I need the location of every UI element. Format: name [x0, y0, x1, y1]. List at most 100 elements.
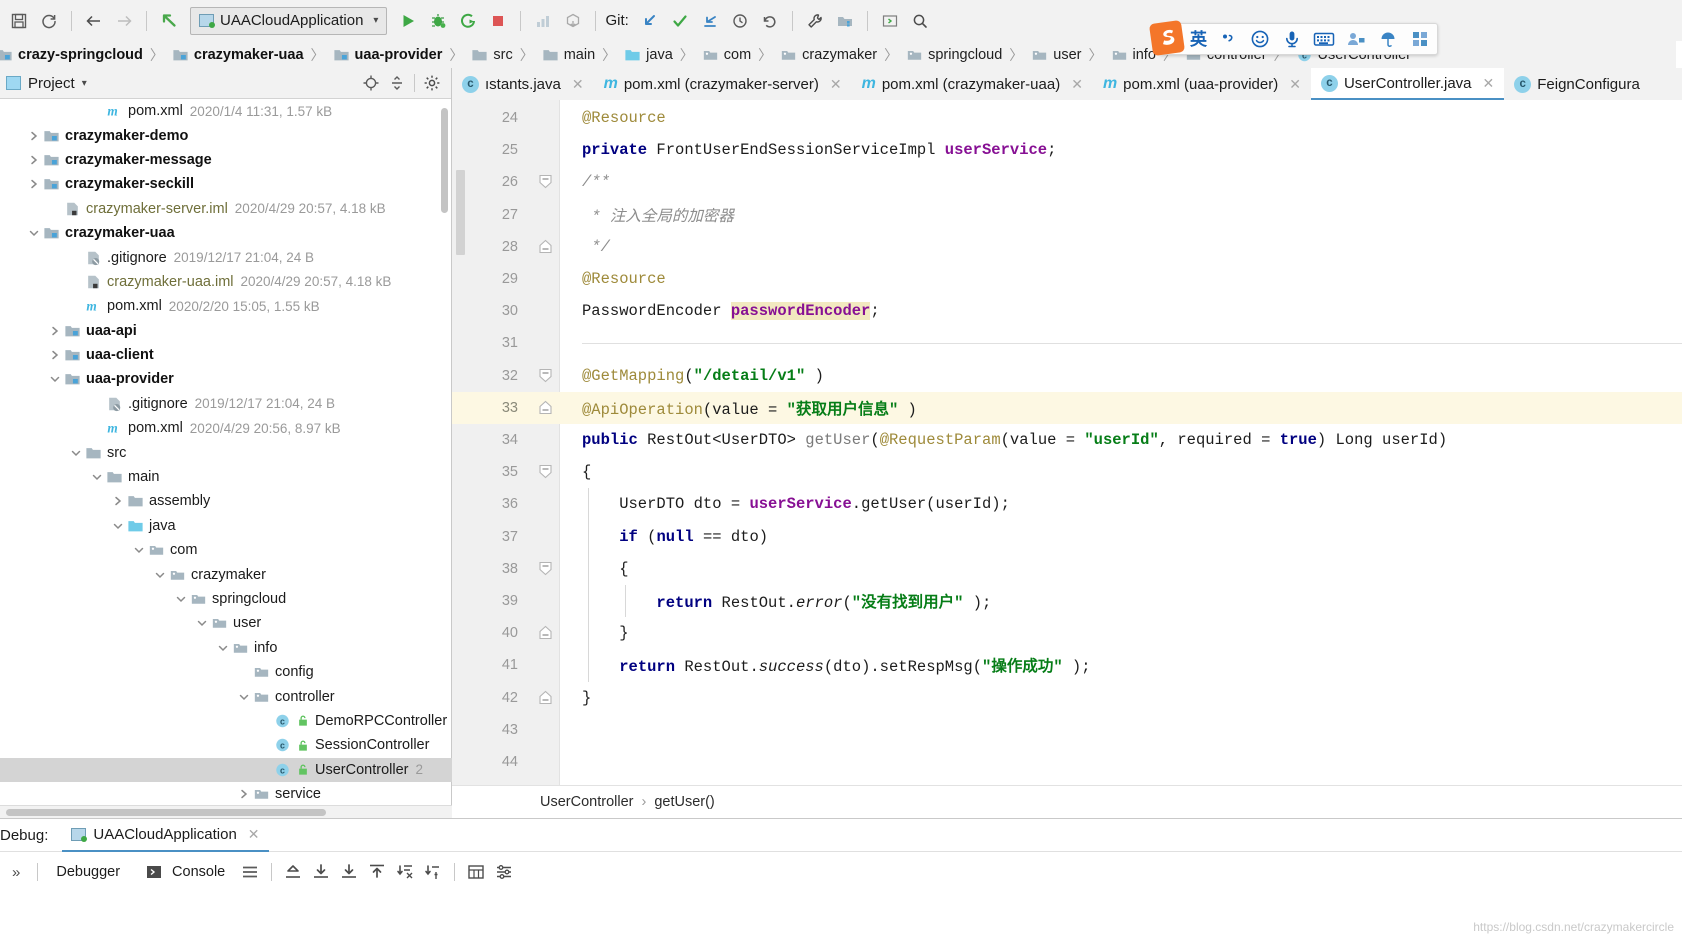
tree-item-assembly[interactable]: assembly	[0, 489, 452, 513]
code-line-24[interactable]: 24 @Resource	[452, 102, 1682, 134]
chevron-right-icon[interactable]	[27, 129, 41, 143]
run-coverage-icon[interactable]	[453, 6, 483, 36]
chevron-down-icon[interactable]	[237, 690, 251, 704]
fold-end-icon[interactable]	[538, 690, 553, 705]
breadcrumb-item-com[interactable]: com	[700, 41, 753, 68]
project-tree-scrollbar[interactable]	[441, 108, 448, 213]
save-all-icon[interactable]	[4, 6, 34, 36]
breadcrumb-item-src[interactable]: src	[469, 41, 514, 68]
code-line-38[interactable]: 38 {	[452, 553, 1682, 585]
evaluate-expression-icon[interactable]	[464, 860, 488, 884]
tree-item-java[interactable]: java	[0, 514, 452, 538]
ime-apps-icon[interactable]	[1409, 28, 1431, 50]
chevron-right-icon[interactable]	[27, 177, 41, 191]
back-arrow-icon[interactable]	[79, 6, 109, 36]
locate-target-icon[interactable]	[358, 71, 384, 95]
project-tree[interactable]: m pom.xml 2020/1/4 11:31, 1.57 kB crazymake…	[0, 99, 452, 818]
code-line-41[interactable]: 41 return RestOut.success(dto).setRespMs…	[452, 649, 1682, 681]
tree-item-src[interactable]: src	[0, 440, 452, 464]
git-rollback-icon[interactable]	[755, 6, 785, 36]
tree-item-uaa-api[interactable]: uaa-api	[0, 319, 452, 343]
code-line-26[interactable]: 26 /**	[452, 166, 1682, 198]
editor-breadcrumb-item[interactable]: UserController	[540, 794, 633, 810]
ime-keyboard-icon[interactable]	[1313, 28, 1335, 50]
tree-item-controller[interactable]: controller	[0, 684, 452, 708]
debug-icon[interactable]	[423, 6, 453, 36]
close-icon[interactable]: ✕	[572, 76, 584, 93]
chevron-down-icon[interactable]	[48, 372, 62, 386]
tree-item-crazymaker-uaa[interactable]: crazymaker-uaa	[0, 221, 452, 245]
jump-to-source-icon[interactable]	[154, 6, 184, 36]
tree-item-pom-xml[interactable]: m pom.xml 2020/4/29 20:56, 8.97 kB	[0, 416, 452, 440]
console-tab[interactable]: Console	[133, 859, 234, 885]
close-icon[interactable]: ✕	[830, 76, 842, 93]
tree-item-config[interactable]: config	[0, 660, 452, 684]
chevron-right-icon[interactable]	[237, 787, 251, 801]
code-line-27[interactable]: 27 * 注入全局的加密器	[452, 199, 1682, 231]
chevron-down-icon[interactable]	[216, 641, 230, 655]
tree-item-service[interactable]: service	[0, 782, 452, 806]
smart-step-into-icon[interactable]	[393, 860, 417, 884]
sync-refresh-icon[interactable]	[34, 6, 64, 36]
project-tree-hscrollbar[interactable]	[0, 805, 452, 818]
breadcrumb-item-user[interactable]: user	[1029, 41, 1083, 68]
git-update-project-icon[interactable]	[635, 6, 665, 36]
tree-item-pom-xml[interactable]: m pom.xml 2020/1/4 11:31, 1.57 kB	[0, 99, 452, 123]
chevron-down-icon[interactable]	[153, 568, 167, 582]
tree-item-user[interactable]: user	[0, 611, 452, 635]
tree-item-demorpccontroller[interactable]: c DemoRPCController	[0, 709, 452, 733]
code-line-42[interactable]: 42}	[452, 682, 1682, 714]
chevron-right-icon[interactable]	[111, 494, 125, 508]
code-line-35[interactable]: 35 {	[452, 456, 1682, 488]
code-editor[interactable]: 24 @Resource 25 private FrontUserEndSession…	[452, 100, 1682, 786]
tree-item-info[interactable]: info	[0, 636, 452, 660]
ime-umbrella-icon[interactable]	[1377, 28, 1399, 50]
tree-item-pom-xml[interactable]: m pom.xml 2020/2/20 15:05, 1.55 kB	[0, 294, 452, 318]
settings-wrench-icon[interactable]	[800, 6, 830, 36]
chevron-right-icon[interactable]	[48, 324, 62, 338]
settings-lines-icon[interactable]	[492, 860, 516, 884]
ime-mode-english-icon[interactable]: 英	[1190, 31, 1207, 48]
fold-start-icon[interactable]	[538, 174, 553, 189]
ime-voice-icon[interactable]	[1281, 28, 1303, 50]
close-icon[interactable]: ✕	[1289, 76, 1301, 93]
code-line-29[interactable]: 29 @Resource	[452, 263, 1682, 295]
tree-item-com[interactable]: com	[0, 538, 452, 562]
collapse-all-icon[interactable]	[384, 71, 410, 95]
tree-item-crazymaker-demo[interactable]: crazymaker-demo	[0, 123, 452, 147]
breadcrumb-item-springcloud[interactable]: springcloud	[904, 41, 1004, 68]
run-icon[interactable]	[393, 6, 423, 36]
breadcrumb-item-java[interactable]: java	[622, 41, 675, 68]
stop-icon[interactable]	[483, 6, 513, 36]
debugger-tab[interactable]: Debugger	[47, 859, 129, 885]
git-commit-icon[interactable]	[665, 6, 695, 36]
tree-item-crazymaker-seckill[interactable]: crazymaker-seckill	[0, 172, 452, 196]
tree-item-sessioncontroller[interactable]: c SessionController	[0, 733, 452, 757]
chevron-down-icon[interactable]	[132, 543, 146, 557]
tree-item--gitignore[interactable]: .gitignore 2019/12/17 21:04, 24 B	[0, 392, 452, 416]
close-icon[interactable]: ✕	[248, 826, 260, 843]
code-line-43[interactable]: 43	[452, 714, 1682, 746]
fold-start-icon[interactable]	[538, 464, 553, 479]
editor-breadcrumb-item[interactable]: getUser()	[654, 794, 714, 810]
ime-punctuation-icon[interactable]	[1217, 28, 1239, 50]
breadcrumb-item-crazymaker[interactable]: crazymaker	[778, 41, 879, 68]
tree-item-crazymaker-message[interactable]: crazymaker-message	[0, 148, 452, 172]
code-line-44[interactable]: 44	[452, 746, 1682, 778]
expand-toggle[interactable]: »	[4, 864, 28, 881]
editor-tab-pom-xml-crazymaker-server-[interactable]: m pom.xml (crazymaker-server) ✕	[594, 68, 852, 100]
tree-item--gitignore[interactable]: .gitignore 2019/12/17 21:04, 24 B	[0, 245, 452, 269]
step-over-icon[interactable]	[309, 860, 333, 884]
ime-toolbox-icon[interactable]	[1345, 28, 1367, 50]
code-line-32[interactable]: 32 @GetMapping("/detail/v1" )	[452, 360, 1682, 392]
breadcrumb-item-main[interactable]: main	[540, 41, 597, 68]
project-structure-icon[interactable]	[830, 6, 860, 36]
git-history-icon[interactable]	[725, 6, 755, 36]
editor-tab-feignconfigura[interactable]: c FeignConfigura	[1504, 68, 1650, 100]
sogou-logo-icon[interactable]	[1146, 17, 1189, 60]
editor-tab--stants-java[interactable]: c ıstants.java ✕	[452, 68, 594, 100]
breadcrumb-item-uaa-provider[interactable]: uaa-provider	[331, 41, 445, 68]
fold-end-icon[interactable]	[538, 239, 553, 254]
panel-settings-icon[interactable]	[419, 71, 445, 95]
layout-settings-icon[interactable]	[238, 860, 262, 884]
